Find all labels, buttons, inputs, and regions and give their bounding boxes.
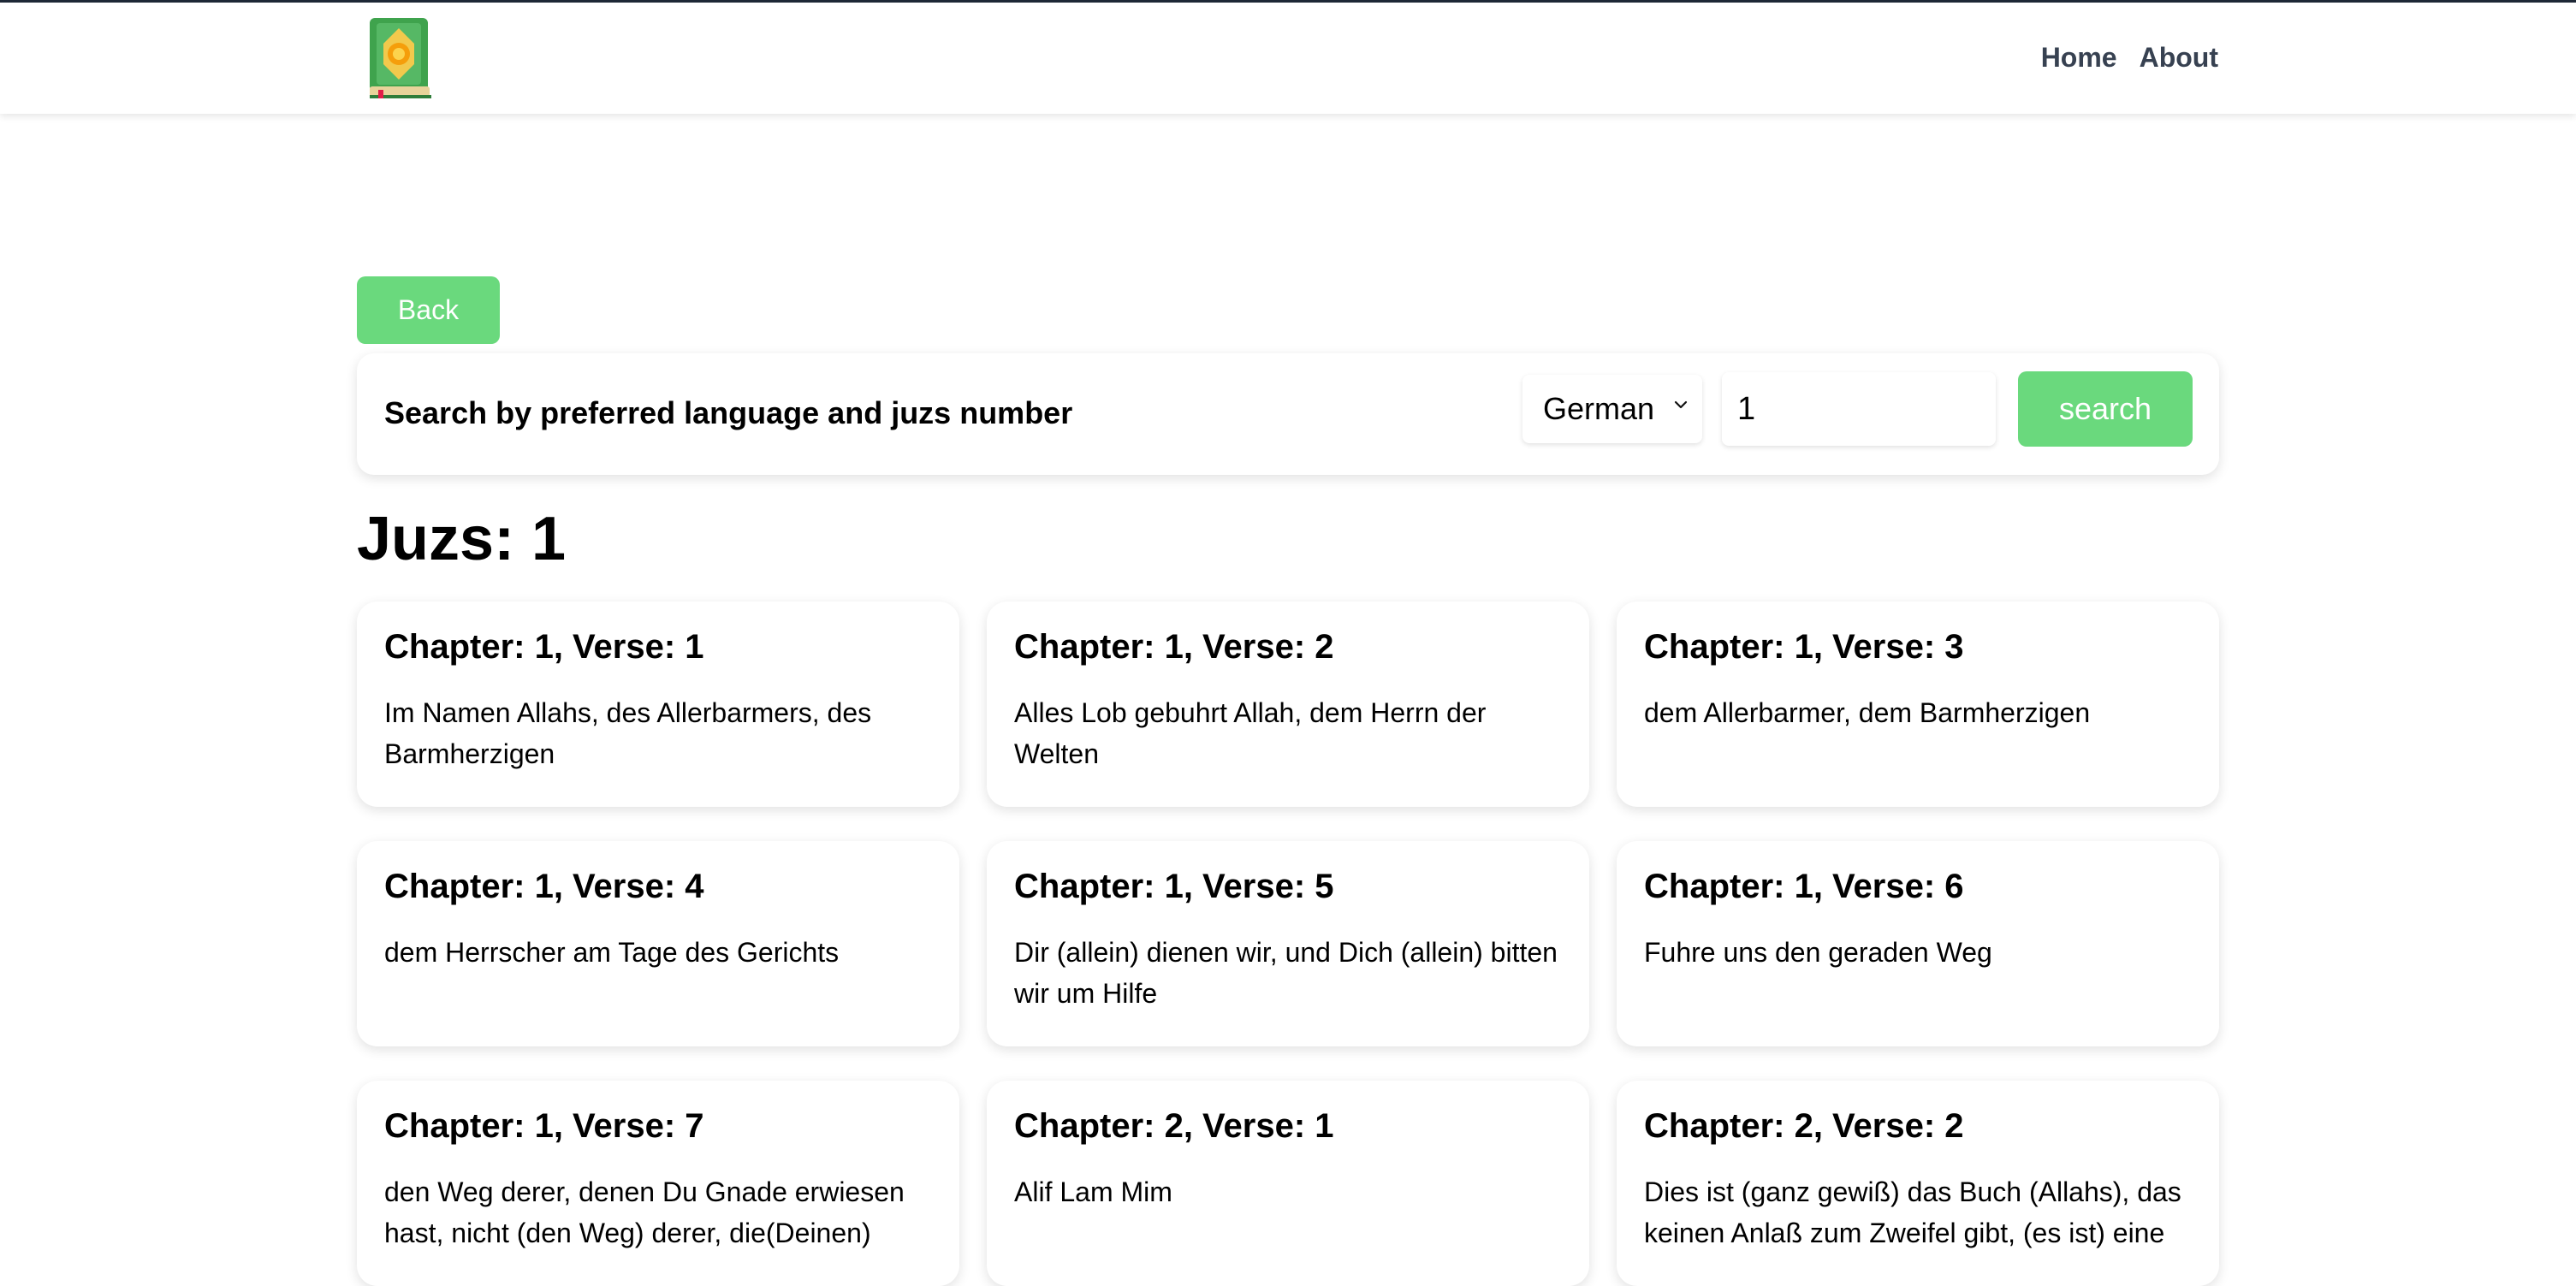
verse-title: Chapter: 1, Verse: 3 [1644,628,1964,666]
verse-text: Alles Lob gebuhrt Allah, dem Herrn der W… [1014,697,1487,769]
verse-card: Chapter: 1, Verse: 7 den Weg derer, dene… [357,1081,959,1286]
nav-about-link[interactable]: About [2140,42,2218,74]
verse-card: Chapter: 1, Verse: 2 Alles Lob gebuhrt A… [987,602,1589,807]
verse-title: Chapter: 1, Verse: 2 [1014,628,1334,666]
verse-text: Fuhre uns den geraden Weg [1644,937,1992,968]
search-title: Search by preferred language and juzs nu… [384,395,1073,430]
search-panel: Search by preferred language and juzs nu… [357,353,2219,475]
verse-text: dem Allerbarmer, dem Barmherzigen [1644,697,2091,728]
juz-number-input[interactable] [1722,372,1996,446]
verse-card: Chapter: 2, Verse: 1 Alif Lam Mim [987,1081,1589,1286]
chevron-down-icon [1674,400,1688,409]
back-button[interactable]: Back [357,276,500,344]
verse-title: Chapter: 1, Verse: 4 [384,868,704,905]
verse-text: dem Herrscher am Tage des Gerichts [384,937,840,968]
verse-title: Chapter: 1, Verse: 7 [384,1107,704,1145]
verse-card: Chapter: 1, Verse: 3 dem Allerbarmer, de… [1617,602,2219,807]
verse-card: Chapter: 1, Verse: 5 Dir (allein) dienen… [987,841,1589,1046]
verse-text: Im Namen Allahs, des Allerbarmers, des B… [384,697,872,769]
verse-card: Chapter: 2, Verse: 2 Dies ist (ganz gewi… [1617,1081,2219,1286]
quran-book-icon[interactable] [366,15,433,100]
verse-text: Dir (allein) dienen wir, und Dich (allei… [1014,937,1558,1009]
nav-links: Home About [2041,42,2218,74]
verse-text: Dies ist (ganz gewiß) das Buch (Allahs),… [1644,1176,2181,1248]
page-title: Juzs: 1 [357,505,567,573]
language-select-value: German [1543,391,1655,426]
verse-text: den Weg derer, denen Du Gnade erwiesen h… [384,1176,905,1248]
verse-text: Alif Lam Mim [1014,1176,1172,1207]
verse-card: Chapter: 1, Verse: 6 Fuhre uns den gerad… [1617,841,2219,1046]
language-select[interactable]: German [1522,375,1702,443]
navbar: Home About [0,3,2576,114]
verse-title: Chapter: 2, Verse: 1 [1014,1107,1334,1145]
verse-card: Chapter: 1, Verse: 1 Im Namen Allahs, de… [357,602,959,807]
verse-title: Chapter: 1, Verse: 6 [1644,868,1964,905]
verse-grid: Chapter: 1, Verse: 1 Im Namen Allahs, de… [357,602,2219,1286]
verse-title: Chapter: 1, Verse: 1 [384,628,704,666]
nav-home-link[interactable]: Home [2041,42,2117,74]
verse-title: Chapter: 2, Verse: 2 [1644,1107,1964,1145]
search-button[interactable]: search [2018,371,2193,447]
verse-card: Chapter: 1, Verse: 4 dem Herrscher am Ta… [357,841,959,1046]
verse-title: Chapter: 1, Verse: 5 [1014,868,1334,905]
